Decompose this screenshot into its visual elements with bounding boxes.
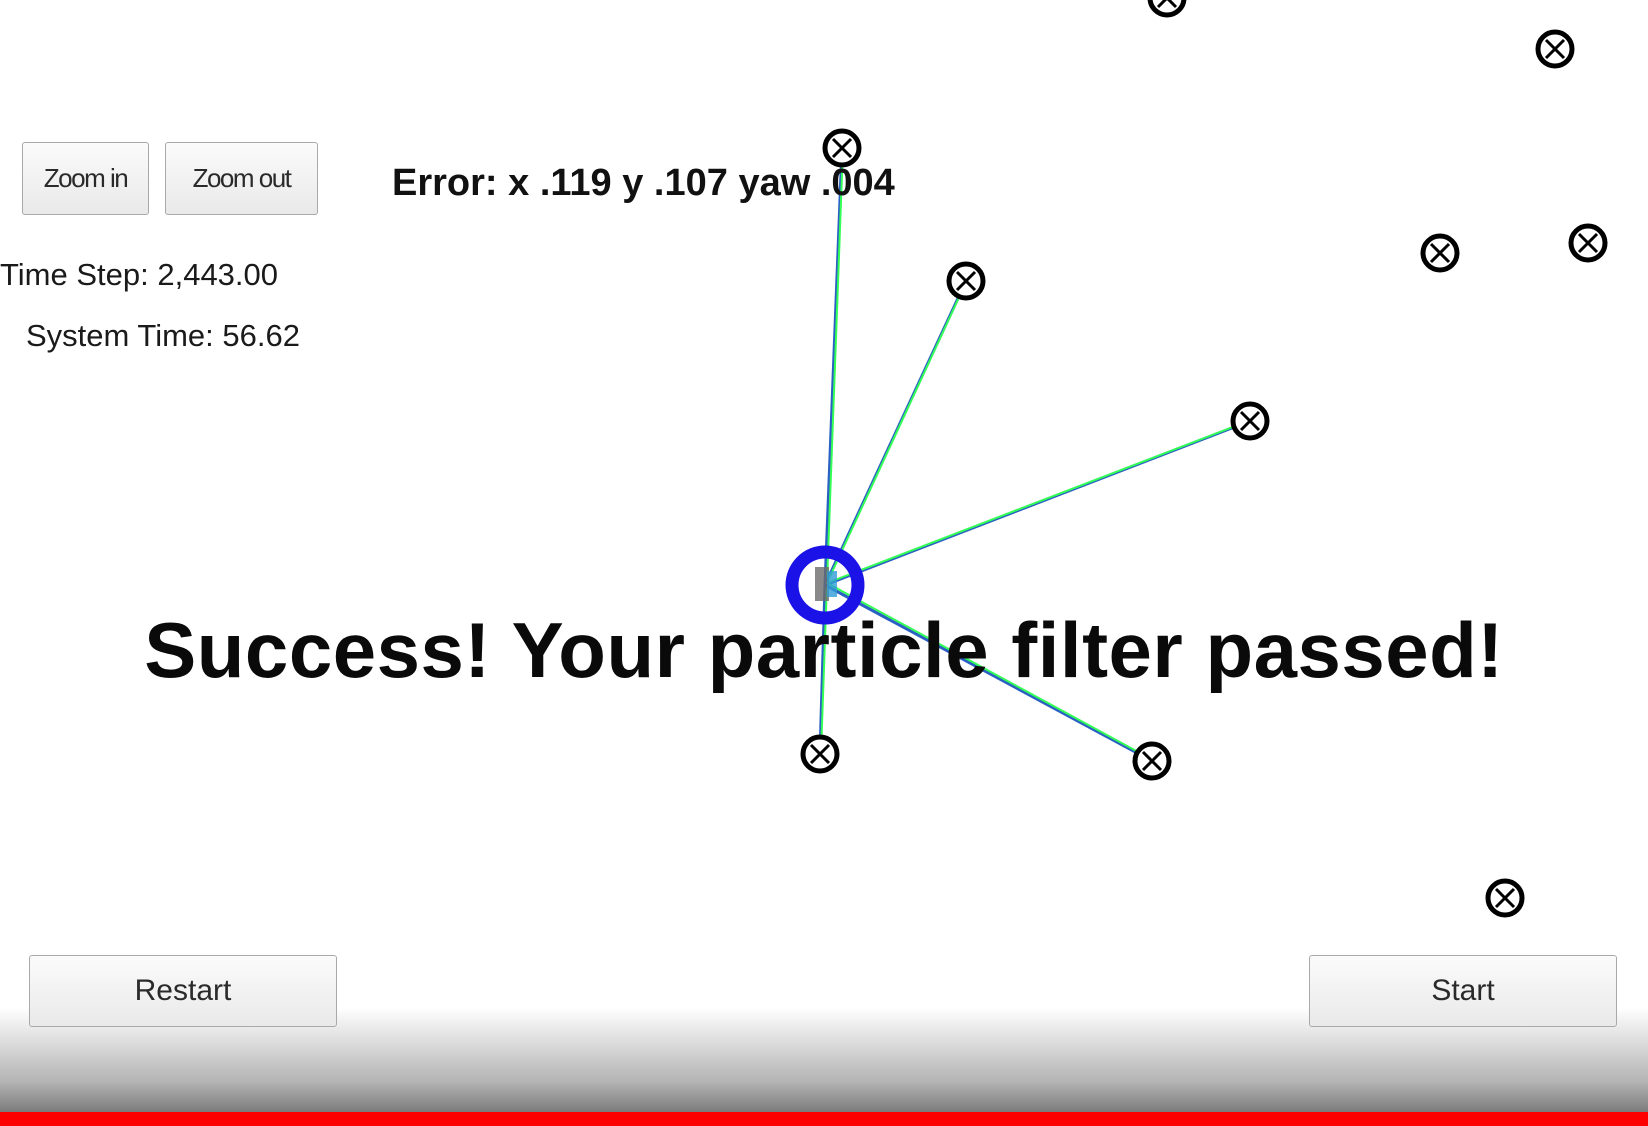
estimate-observation-line	[823, 147, 844, 586]
time-step-readout: Time Step: 2,443.00	[0, 257, 279, 292]
vehicle-body-icon	[815, 567, 829, 601]
zoom-out-button[interactable]: Zoom out	[165, 142, 318, 215]
success-message: Success! Your particle filter passed!	[144, 606, 1504, 694]
error-readout: Error: x .119 y .107 yaw .004	[392, 162, 895, 204]
video-progress-fill	[0, 1112, 1648, 1126]
restart-button[interactable]: Restart	[29, 955, 337, 1027]
simulator-viewport: Error: x .119 y .107 yaw .004 Success! Y…	[0, 0, 1648, 1126]
landmark-icon	[1147, 0, 1187, 18]
video-progress-bar[interactable]	[0, 1112, 1648, 1126]
vehicle-estimate-icon	[827, 571, 837, 597]
zoom-in-button[interactable]: Zoom in	[22, 142, 149, 215]
ground-truth-observation-line	[826, 146, 844, 584]
start-button[interactable]: Start	[1309, 955, 1617, 1027]
system-time-readout: System Time: 56.62	[26, 318, 300, 353]
